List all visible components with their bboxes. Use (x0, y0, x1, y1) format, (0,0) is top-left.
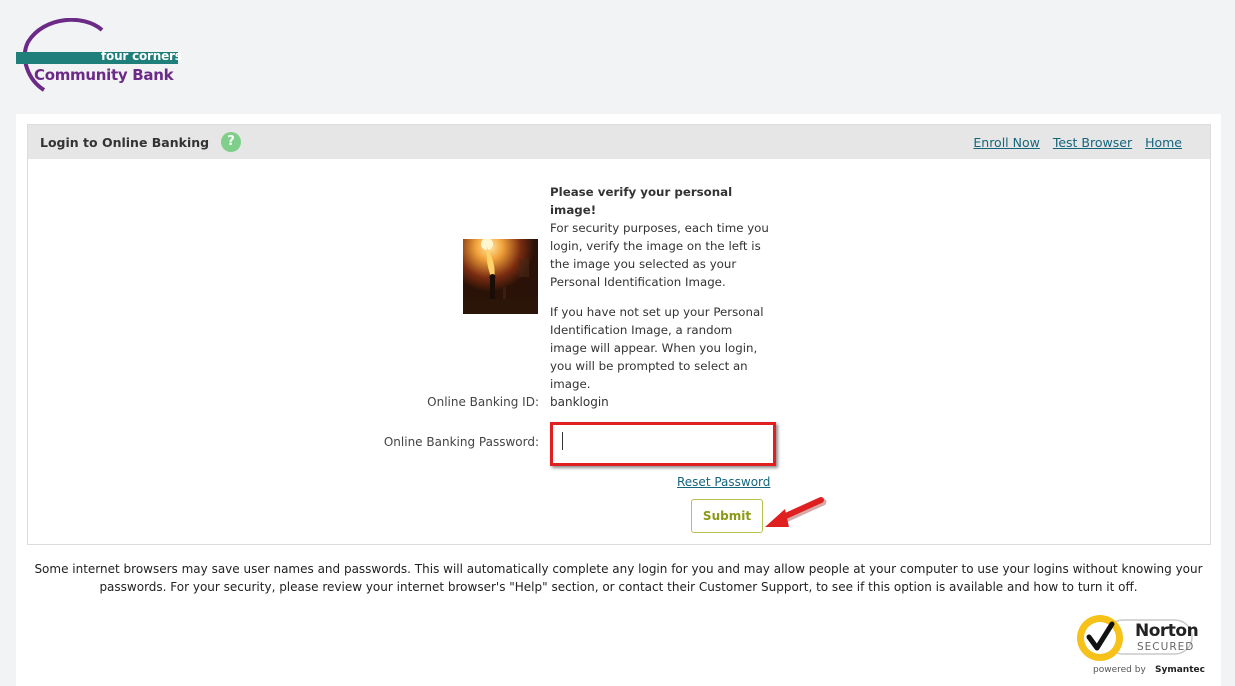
password-highlight-box (550, 422, 776, 466)
test-browser-link[interactable]: Test Browser (1053, 135, 1132, 150)
bank-logo[interactable]: four corners Community Bank (14, 18, 194, 94)
header-links: Enroll Now Test Browser Home (964, 135, 1182, 150)
banking-id-label: Online Banking ID: (427, 395, 539, 409)
norton-powered-brand: Symantec (1155, 665, 1205, 675)
page-title: Login to Online Banking (40, 135, 210, 150)
password-input[interactable] (559, 431, 763, 453)
main-container: Login to Online Banking ? Enroll Now Tes… (16, 114, 1221, 686)
fire-performer-image-icon (463, 239, 538, 314)
enroll-now-link[interactable]: Enroll Now (973, 135, 1039, 150)
personal-identification-image (463, 239, 538, 314)
browser-security-notice: Some internet browsers may save user nam… (34, 562, 1203, 594)
text-caret (562, 432, 563, 450)
red-arrow-icon (765, 497, 827, 527)
panel-header: Login to Online Banking ? Enroll Now Tes… (28, 125, 1210, 159)
login-panel: Login to Online Banking ? Enroll Now Tes… (27, 124, 1211, 545)
norton-secured-text: SECURED (1137, 641, 1195, 653)
verify-paragraph-1: For security purposes, each time you log… (550, 221, 769, 289)
help-icon[interactable]: ? (221, 132, 241, 152)
verify-instructions: Please verify your personal image! For s… (550, 183, 772, 405)
verify-heading: Please verify your personal image! (550, 185, 733, 217)
home-link[interactable]: Home (1145, 135, 1182, 150)
logo-line-2: Community Bank (34, 66, 174, 84)
norton-brand: Norton (1135, 621, 1199, 641)
password-label: Online Banking Password: (383, 435, 539, 449)
norton-powered-prefix: powered by (1093, 665, 1146, 675)
norton-secured-badge[interactable]: Norton SECURED powered by Symantec (1072, 610, 1205, 682)
verify-paragraph-2: If you have not set up your Personal Ide… (550, 305, 764, 391)
submit-button[interactable]: Submit (691, 499, 763, 533)
logo-line-1: four corners (101, 49, 182, 63)
banking-id-value: banklogin (550, 395, 609, 409)
reset-password-link[interactable]: Reset Password (677, 475, 770, 489)
